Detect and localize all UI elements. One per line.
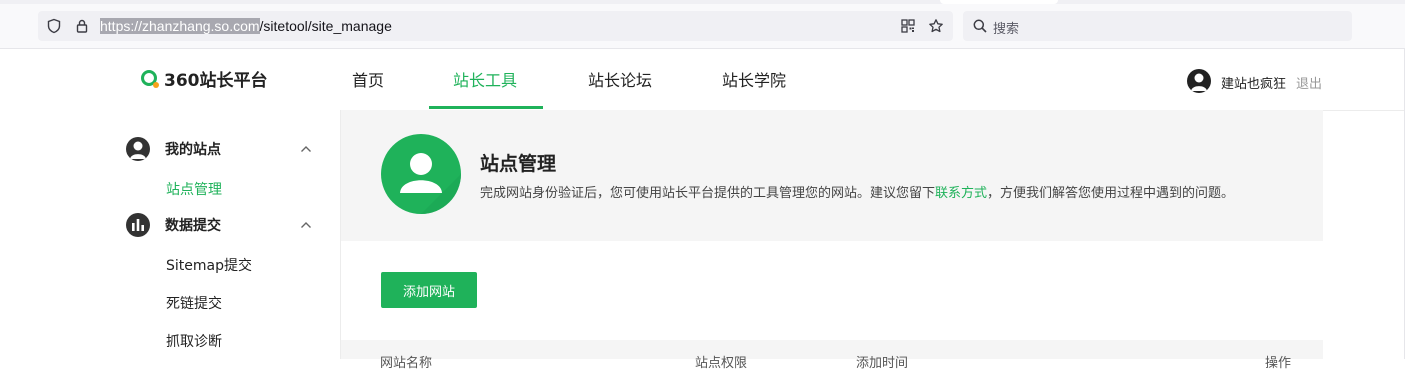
sidebar-item-crawl-diagnosis[interactable]: 抓取诊断 [166, 331, 222, 351]
page-description: 完成网站身份验证后，您可使用站长平台提供的工具管理您的网站。建议您留下联系方式，… [480, 182, 1234, 201]
sidebar-item-site-manage[interactable]: 站点管理 [166, 179, 222, 199]
sites-table-header: 网站名称 站点权限 添加时间 操作 [341, 340, 1323, 371]
url-bar[interactable]: https://zhanzhang.so.com/sitetool/site_m… [38, 11, 953, 41]
site-header: 360站长平台 首页 站长工具 站长论坛 站长学院 建站也疯狂 退出 [0, 49, 1404, 111]
user-name[interactable]: 建站也疯狂 [1221, 73, 1286, 92]
sidebar-item-dead-links[interactable]: 死链提交 [166, 293, 222, 313]
sidebar-group-label: 数据提交 [165, 218, 221, 234]
browser-toolbar: https://zhanzhang.so.com/sitetool/site_m… [0, 4, 1405, 49]
nav-webmaster-tools[interactable]: 站长工具 [453, 67, 517, 91]
url-path: /sitetool/site_manage [259, 18, 392, 34]
search-icon [972, 18, 988, 34]
description-text-tail: ，方便我们解答您使用过程中遇到的问题。 [987, 186, 1235, 201]
contact-info-link[interactable]: 联系方式 [935, 186, 987, 201]
column-header-added-time: 添加时间 [856, 356, 909, 371]
nav-active-indicator [429, 106, 543, 109]
chevron-up-icon[interactable] [300, 142, 312, 156]
user-icon [126, 137, 150, 161]
logo-mark-icon [140, 69, 160, 89]
site-avatar-icon [381, 134, 461, 214]
lock-icon[interactable] [74, 18, 90, 34]
url-host: https://zhanzhang.so.com [100, 18, 260, 34]
logout-link[interactable]: 退出 [1296, 73, 1322, 92]
sidebar-group-my-sites[interactable]: 我的站点 [126, 137, 221, 161]
nav-home[interactable]: 首页 [352, 67, 384, 91]
url-text[interactable]: https://zhanzhang.so.com/sitetool/site_m… [100, 17, 392, 35]
add-site-button[interactable]: 添加网站 [381, 272, 477, 308]
site-manage-banner: 站点管理 完成网站身份验证后，您可使用站长平台提供的工具管理您的网站。建议您留下… [341, 110, 1323, 241]
page-title: 站点管理 [480, 153, 557, 175]
column-header-site-name: 网站名称 [380, 356, 433, 371]
sidebar-item-sitemap[interactable]: Sitemap提交 [166, 255, 252, 275]
site-logo[interactable]: 360站长平台 [140, 66, 268, 91]
logo-text: 360站长平台 [164, 71, 268, 91]
chevron-up-icon[interactable] [300, 218, 312, 232]
nav-academy[interactable]: 站长学院 [722, 67, 786, 91]
nav-forum[interactable]: 站长论坛 [588, 67, 652, 91]
shield-icon[interactable] [46, 18, 62, 34]
user-avatar-icon[interactable] [1187, 69, 1211, 93]
browser-search-bar[interactable]: 搜索 [963, 11, 1352, 41]
sidebar: 我的站点 站点管理 数据提交 Sitemap提交 死链提交 抓取诊断 [0, 110, 341, 359]
description-text: 完成网站身份验证后，您可使用站长平台提供的工具管理您的网站。建议您留下 [480, 186, 936, 201]
star-icon[interactable] [928, 18, 944, 34]
sidebar-group-data-submit[interactable]: 数据提交 [126, 213, 221, 237]
sidebar-group-label: 我的站点 [165, 142, 221, 158]
column-header-actions: 操作 [1265, 356, 1292, 371]
qr-code-icon[interactable] [900, 18, 916, 34]
column-header-permission: 站点权限 [695, 356, 748, 371]
bar-chart-icon [126, 213, 150, 237]
search-placeholder: 搜索 [993, 22, 1020, 37]
